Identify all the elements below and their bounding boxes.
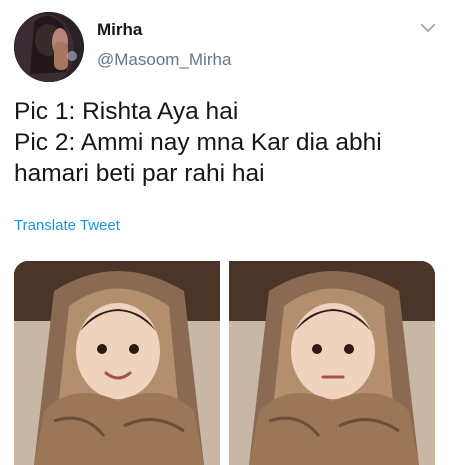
author-avatar[interactable] [14, 12, 84, 82]
baby-photo-image [229, 261, 435, 465]
baby-photo-image [14, 261, 220, 465]
tweet-text: Pic 1: Rishta Aya hai Pic 2: Ammi nay mn… [14, 96, 440, 189]
translate-tweet-link[interactable]: Translate Tweet [14, 217, 120, 234]
author-handle[interactable]: @Masoom_Mirha [97, 50, 231, 70]
photo-2[interactable] [229, 261, 435, 465]
author-display-name[interactable]: Mirha [97, 20, 142, 40]
tweet-text-line: hamari beti par rahi hai [14, 160, 265, 187]
avatar-image [14, 12, 84, 82]
tweet-text-line: Pic 1: Rishta Aya hai [14, 98, 239, 125]
tweet-text-line: Pic 2: Ammi nay mna Kar dia abhi [14, 129, 382, 156]
chevron-down-icon[interactable] [420, 22, 436, 34]
tweet-media [14, 261, 435, 465]
photo-1[interactable] [14, 261, 220, 465]
